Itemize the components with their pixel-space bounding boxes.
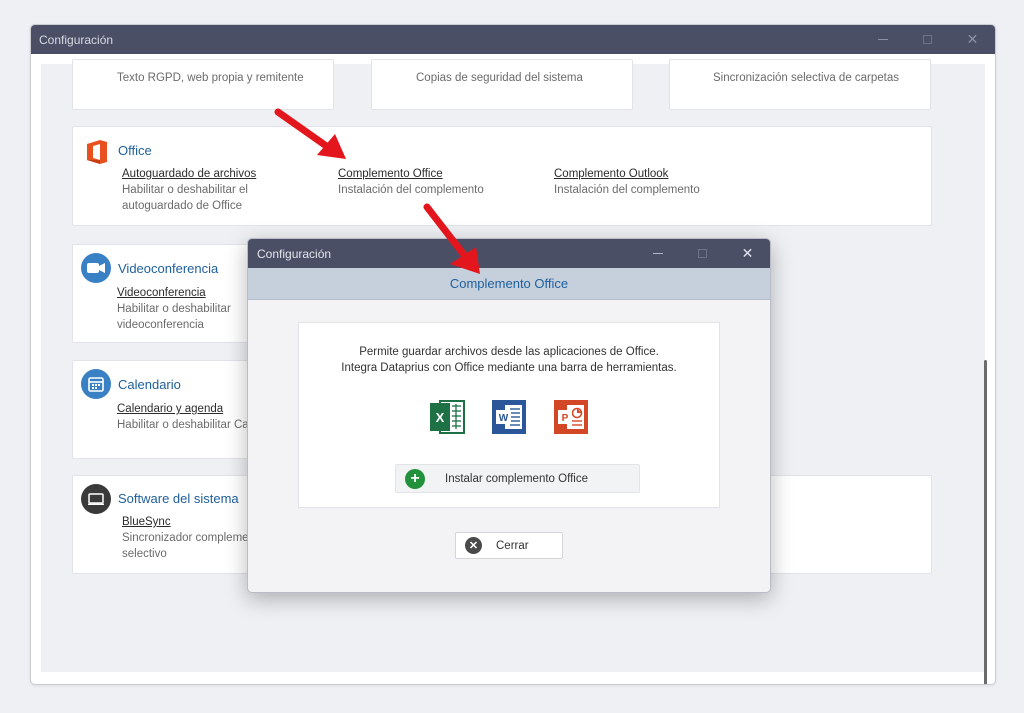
scrollbar[interactable]	[984, 360, 987, 684]
bluesync-desc2: selectivo	[122, 548, 167, 560]
card-office: Office Autoguardado de archivos Habilita…	[72, 126, 932, 226]
svg-text:W: W	[499, 413, 509, 424]
addin-info-box: Permite guardar archivos desde las aplic…	[298, 322, 720, 508]
addin-dialog: Configuración ✕ Complemento Office Permi…	[247, 238, 771, 593]
office-apps: X W P	[299, 398, 719, 436]
software-item: BlueSync Sincronizador compleme selectiv…	[122, 514, 249, 562]
card-rgpd[interactable]: Texto RGPD, web propia y remitente	[72, 59, 334, 110]
dialog-minimize-button[interactable]	[635, 239, 680, 268]
excel-icon: X	[428, 398, 466, 436]
window-title: Configuración	[39, 32, 114, 47]
office-item-addin: Complemento Office Instalación del compl…	[338, 166, 484, 198]
svg-text:X: X	[436, 410, 445, 425]
minimize-icon	[877, 39, 888, 40]
plus-icon: +	[405, 468, 425, 489]
video-desc2: videoconferencia	[117, 319, 204, 331]
minimize-icon	[652, 253, 663, 254]
word-icon: W	[490, 398, 528, 436]
computer-icon	[81, 484, 111, 514]
dialog-close-button[interactable]: ✕	[725, 239, 770, 268]
card-backup[interactable]: Copias de seguridad del sistema	[371, 59, 633, 110]
office-item-autosave: Autoguardado de archivos Habilitar o des…	[122, 166, 256, 214]
calendar-icon	[81, 369, 111, 399]
close-icon: ✕	[966, 31, 979, 47]
office-logo-icon	[85, 139, 109, 170]
close-dialog-label: Cerrar	[496, 539, 529, 552]
card-desc: Copias de seguridad del sistema	[416, 72, 583, 84]
card-desc: Texto RGPD, web propia y remitente	[117, 72, 304, 84]
close-circle-icon: ✕	[465, 537, 482, 554]
powerpoint-icon: P	[552, 398, 590, 436]
addin-description: Permite guardar archivos desde las aplic…	[299, 344, 719, 376]
video-item: Videoconferencia Habilitar o deshabilita…	[117, 285, 231, 333]
office-addin-desc: Instalación del complemento	[338, 184, 484, 196]
desc-line-2: Integra Dataprius con Office mediante un…	[341, 362, 677, 374]
card-desc: Sincronización selectiva de carpetas	[713, 72, 900, 84]
dialog-title: Configuración	[257, 246, 332, 261]
svg-text:P: P	[562, 413, 569, 424]
minimize-button[interactable]	[860, 25, 905, 54]
install-addin-label: Instalar complemento Office	[445, 472, 588, 485]
calendar-desc1: Habilitar o deshabilitar Ca	[117, 419, 249, 431]
close-dialog-button[interactable]: ✕ Cerrar	[455, 532, 563, 559]
close-window-button[interactable]: ✕	[950, 25, 995, 54]
maximize-button[interactable]	[905, 25, 950, 54]
autosave-desc2: autoguardado de Office	[122, 200, 242, 212]
office-addin-link[interactable]: Complemento Office	[338, 166, 484, 182]
card-sync[interactable]: Sincronización selectiva de carpetas	[669, 59, 931, 110]
office-title: Office	[118, 143, 152, 158]
close-icon: ✕	[741, 245, 754, 261]
install-addin-button[interactable]: + Instalar complemento Office	[395, 464, 640, 493]
outlook-addin-link[interactable]: Complemento Outlook	[554, 166, 700, 182]
calendar-title: Calendario	[118, 377, 181, 392]
main-titlebar[interactable]: Configuración ✕	[31, 25, 995, 54]
desc-line-1: Permite guardar archivos desde las aplic…	[359, 346, 659, 358]
dialog-header: Complemento Office	[248, 268, 770, 300]
video-desc1: Habilitar o deshabilitar	[117, 303, 231, 315]
calendar-item: Calendario y agenda Habilitar o deshabil…	[117, 401, 249, 433]
autosave-link[interactable]: Autoguardado de archivos	[122, 166, 256, 182]
calendar-link[interactable]: Calendario y agenda	[117, 401, 249, 417]
video-link[interactable]: Videoconferencia	[117, 285, 231, 301]
bluesync-link[interactable]: BlueSync	[122, 514, 249, 530]
office-item-outlook: Complemento Outlook Instalación del comp…	[554, 166, 700, 198]
video-camera-icon	[81, 253, 111, 283]
maximize-icon	[923, 35, 932, 44]
bluesync-desc1: Sincronizador compleme	[122, 532, 249, 544]
outlook-addin-desc: Instalación del complemento	[554, 184, 700, 196]
video-title: Videoconferencia	[118, 261, 219, 276]
software-title: Software del sistema	[118, 491, 239, 506]
maximize-icon	[698, 249, 707, 258]
autosave-desc1: Habilitar o deshabilitar el	[122, 184, 248, 196]
dialog-maximize-button[interactable]	[680, 239, 725, 268]
dialog-titlebar[interactable]: Configuración ✕	[248, 239, 770, 268]
